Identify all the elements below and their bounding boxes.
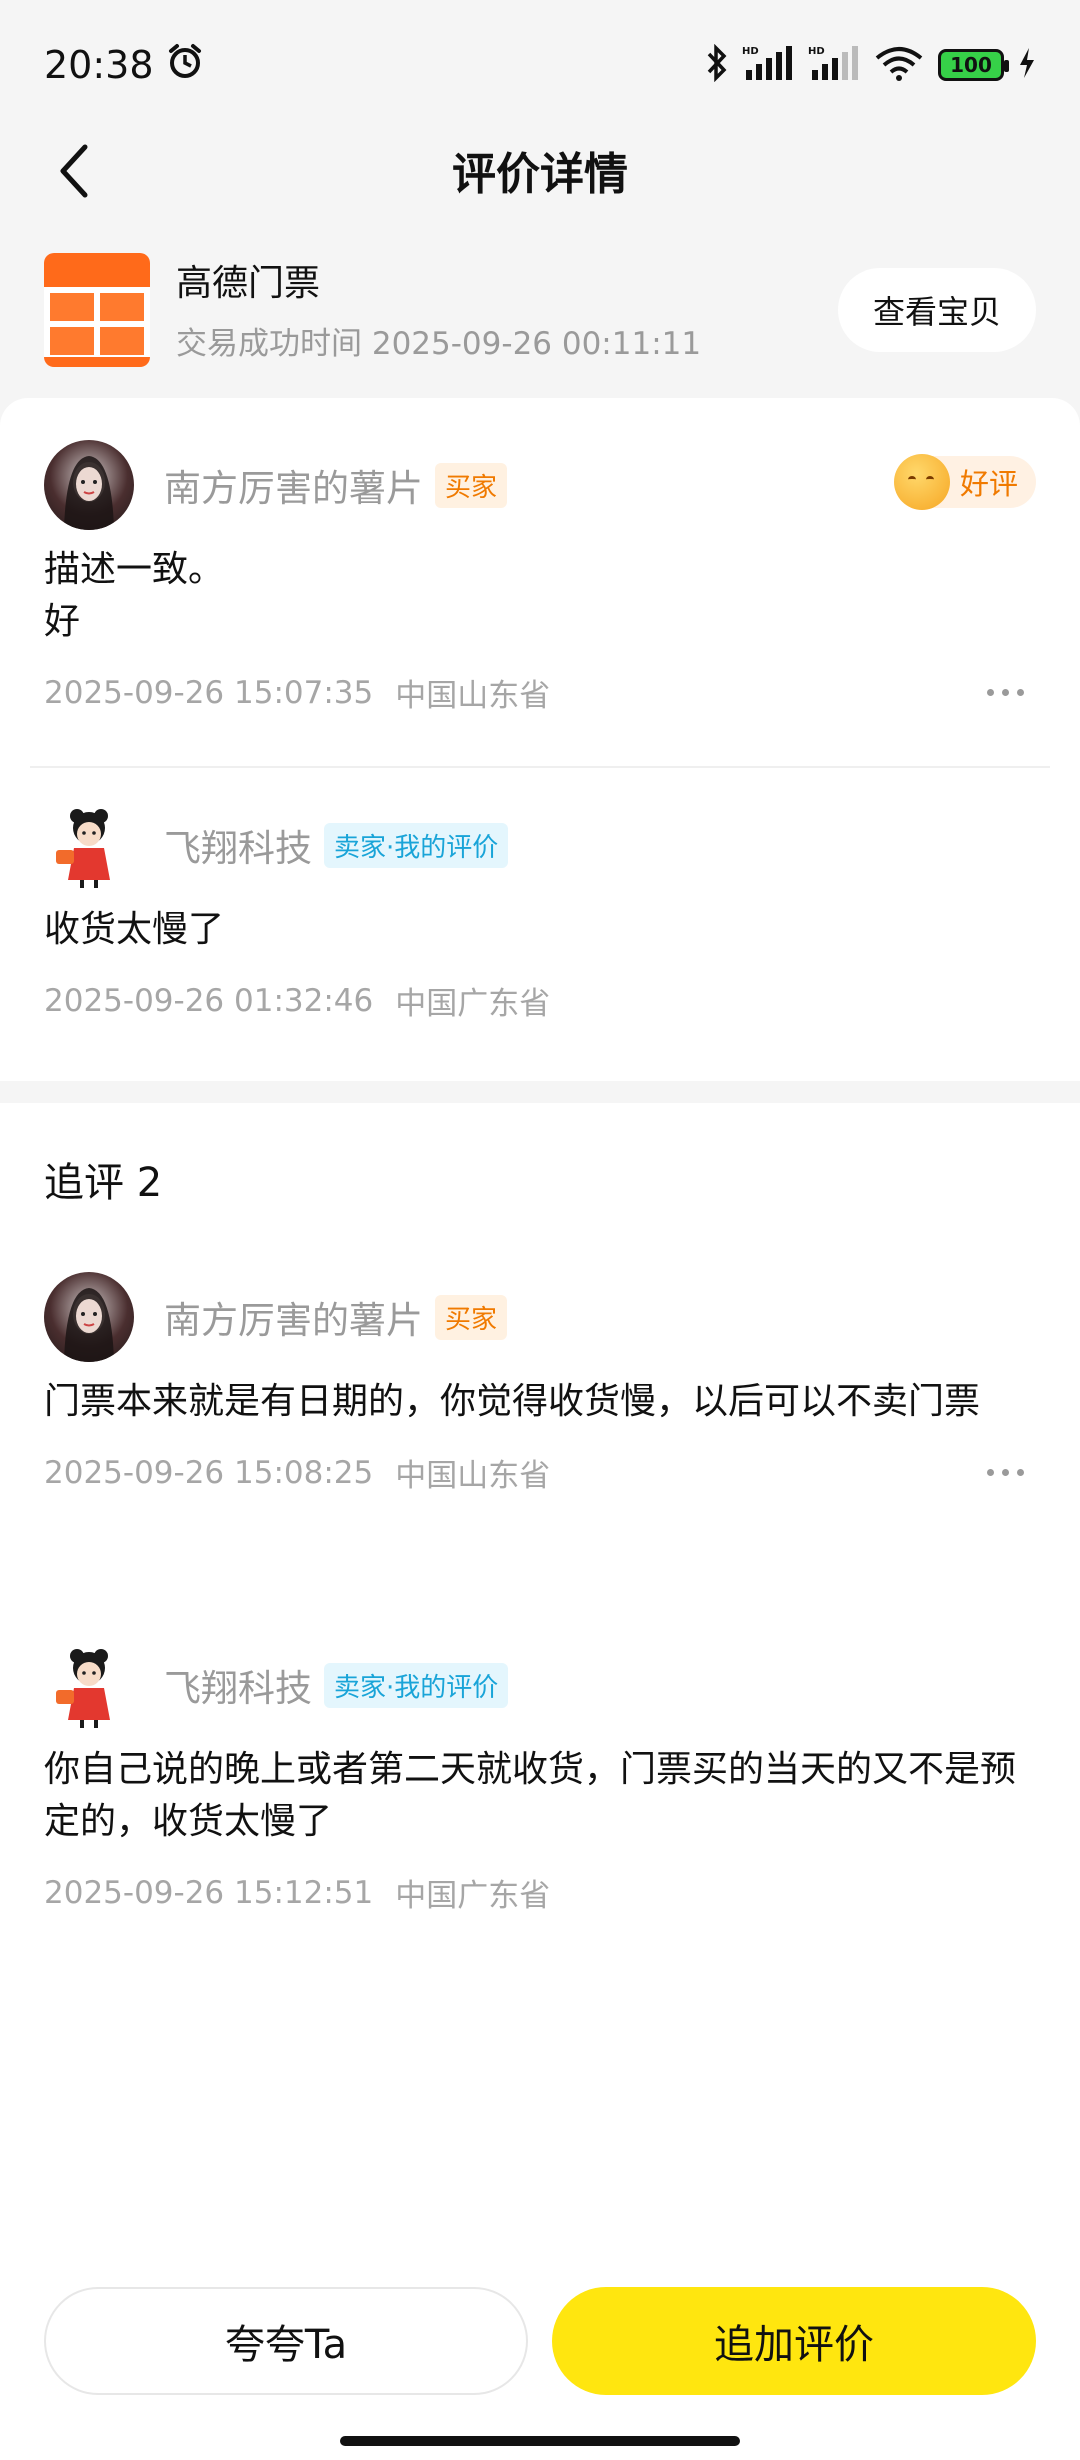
review-item: 南方厉害的薯片 买家 好评 描述一致。 好 2025-09-26 15:07:3… <box>44 440 1036 715</box>
bottom-action-bar: 夸夸Ta 追加评价 <box>0 2283 1080 2460</box>
bluetooth-icon <box>706 43 728 86</box>
review-location: 中国山东省 <box>395 1458 551 1494</box>
more-options-icon[interactable] <box>987 1469 1024 1476</box>
status-right: HD HD 100 <box>706 43 1036 86</box>
reviewer-nickname[interactable]: 飞翔科技 <box>164 818 312 872</box>
review-header: 南方厉害的薯片 买家 好评 <box>44 440 1036 530</box>
home-indicator[interactable] <box>340 2436 740 2446</box>
review-meta: 2025-09-26 01:32:46 中国广东省 <box>44 978 1036 1023</box>
buyer-tag: 买家 <box>435 462 508 508</box>
view-item-button[interactable]: 查看宝贝 <box>838 268 1036 352</box>
praise-button[interactable]: 夸夸Ta <box>44 2287 528 2395</box>
review-meta: 2025-09-26 15:08:25 中国山东省 <box>44 1450 1036 1495</box>
review-time: 2025-09-26 01:32:46 <box>44 982 374 1019</box>
back-button[interactable] <box>40 136 110 206</box>
chevron-left-icon <box>60 144 88 198</box>
status-bar: 20:38 HD HD 100 <box>0 0 1080 130</box>
transaction-time: 交易成功时间 2025-09-26 00:11:11 <box>176 325 702 362</box>
avatar[interactable] <box>44 440 134 530</box>
review-location: 中国山东省 <box>395 678 551 714</box>
alarm-icon <box>166 42 204 89</box>
avatar[interactable] <box>44 1640 134 1730</box>
buyer-tag: 买家 <box>435 1294 508 1340</box>
followup-item: 飞翔科技 卖家·我的评价 你自己说的晚上或者第二天就收货，门票买的当天的又不是预… <box>44 1640 1036 1915</box>
smile-emoji-icon <box>893 454 950 510</box>
review-meta: 2025-09-26 15:12:51 中国广东省 <box>44 1870 1036 1915</box>
append-review-button[interactable]: 追加评价 <box>552 2287 1036 2395</box>
product-info: 高德门票 交易成功时间 2025-09-26 00:11:11 <box>176 258 838 363</box>
review-text: 收货太慢了 <box>44 909 225 950</box>
review-header: 飞翔科技 卖家·我的评价 <box>44 1640 1036 1730</box>
review-header: 南方厉害的薯片 买家 <box>44 1272 1036 1362</box>
wifi-icon <box>874 44 924 86</box>
seller-tag: 卖家·我的评价 <box>324 1662 509 1708</box>
avatar[interactable] <box>44 1272 134 1362</box>
review-meta: 2025-09-26 15:07:35 中国山东省 <box>44 670 1036 715</box>
review-item: 飞翔科技 卖家·我的评价 收货太慢了 2025-09-26 01:32:46 中… <box>44 800 1036 1023</box>
review-location: 中国广东省 <box>395 986 551 1022</box>
review-time: 2025-09-26 15:08:25 <box>44 1454 374 1491</box>
status-time: 20:38 <box>44 43 154 87</box>
review-time: 2025-09-26 15:12:51 <box>44 1874 374 1911</box>
seller-tag: 卖家·我的评价 <box>324 822 509 868</box>
page-header: 评价详情 <box>0 120 1080 220</box>
status-left: 20:38 <box>44 42 204 89</box>
product-row[interactable]: 高德门票 交易成功时间 2025-09-26 00:11:11 查看宝贝 <box>0 245 1080 375</box>
signal-hd-icon: HD <box>808 44 860 86</box>
reviewer-nickname[interactable]: 南方厉害的薯片 <box>164 1290 423 1344</box>
avatar[interactable] <box>44 800 134 890</box>
followup-section-title: 追评 2 <box>44 1160 163 1206</box>
review-text: 描述一致。 好 <box>44 549 225 642</box>
review-card: 南方厉害的薯片 买家 好评 描述一致。 好 2025-09-26 15:07:3… <box>0 398 1080 1081</box>
reviewer-nickname[interactable]: 飞翔科技 <box>164 1658 312 1712</box>
more-options-icon[interactable] <box>987 689 1024 696</box>
review-location: 中国广东省 <box>395 1878 551 1914</box>
charging-icon <box>1018 46 1036 84</box>
divider <box>30 766 1050 768</box>
followup-item: 南方厉害的薯片 买家 门票本来就是有日期的，你觉得收货慢，以后可以不卖门票 20… <box>44 1272 1036 1495</box>
svg-text:HD: HD <box>742 46 759 57</box>
rating-label: 好评 <box>959 467 1018 501</box>
review-time: 2025-09-26 15:07:35 <box>44 674 374 711</box>
svg-text:HD: HD <box>808 46 825 57</box>
rating-badge: 好评 <box>893 454 1036 510</box>
reviewer-nickname[interactable]: 南方厉害的薯片 <box>164 458 423 512</box>
battery-icon: 100 <box>938 49 1009 81</box>
page-title: 评价详情 <box>452 149 628 200</box>
followup-text: 你自己说的晚上或者第二天就收货，门票买的当天的又不是预定的，收货太慢了 <box>44 1749 1017 1842</box>
signal-hd-icon: HD <box>742 44 794 86</box>
product-thumbnail[interactable] <box>44 253 150 367</box>
product-name: 高德门票 <box>176 262 321 304</box>
review-header: 飞翔科技 卖家·我的评价 <box>44 800 1036 890</box>
followup-text: 门票本来就是有日期的，你觉得收货慢，以后可以不卖门票 <box>44 1381 981 1422</box>
